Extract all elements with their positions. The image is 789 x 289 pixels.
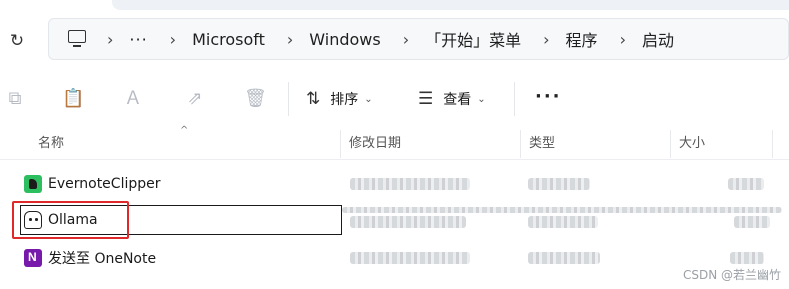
view-label: 查看 (443, 92, 472, 108)
file-row[interactable]: 发送至 OneNote (0, 241, 789, 275)
command-bar: ⧉ 📋 Ａ ⇗ 🗑 ⇅ 排序 ⌄ ☰ 查看 ⌄ ··· (0, 70, 789, 126)
file-name: 发送至 OneNote (48, 251, 157, 267)
share-icon[interactable]: ⇗ (184, 88, 206, 110)
refresh-icon[interactable]: ↻ (6, 30, 28, 52)
delete-icon[interactable]: 🗑 (244, 88, 267, 110)
file-row[interactable]: EvernoteClipper (0, 167, 789, 201)
sort-label: 排序 (330, 92, 359, 108)
breadcrumb-item-current[interactable]: 启动 (642, 27, 692, 51)
chevron-right-icon[interactable]: › (399, 30, 425, 49)
highlight-annotation-box (12, 201, 129, 239)
redacted-date (350, 252, 470, 264)
view-icon: ☰ (418, 89, 434, 109)
redacted-size (730, 252, 764, 264)
redacted-divider (342, 207, 782, 213)
navigation-bar: ↻ › ··· › Microsoft › Windows › 「开始」菜单 ›… (0, 12, 789, 66)
breadcrumb: › ··· › Microsoft › Windows › 「开始」菜单 › 程… (67, 19, 692, 59)
column-divider[interactable] (772, 130, 773, 158)
watermark: CSDN @若兰幽竹 (682, 268, 781, 282)
column-header-name[interactable]: 名称 (30, 128, 64, 160)
sort-icon: ⇅ (306, 89, 321, 109)
redacted-type (528, 252, 600, 264)
more-options-button[interactable]: ··· (535, 86, 562, 107)
evernote-icon (24, 175, 42, 193)
title-bar-strip (0, 0, 789, 12)
file-name-cell[interactable]: 发送至 OneNote (24, 241, 156, 275)
sort-ascending-icon: ^ (180, 125, 189, 136)
chevron-right-icon[interactable]: › (616, 30, 642, 49)
breadcrumb-item[interactable]: Microsoft (192, 30, 283, 49)
redacted-size (728, 178, 764, 190)
file-name: EvernoteClipper (48, 176, 161, 192)
chevron-right-icon[interactable]: › (283, 30, 309, 49)
column-header-modified[interactable]: 修改日期 (341, 128, 401, 160)
toolbar-divider (288, 82, 289, 116)
paste-icon[interactable]: 📋 (62, 88, 84, 110)
breadcrumb-item[interactable]: 程序 (566, 27, 616, 51)
column-header-size[interactable]: 大小 (671, 128, 705, 160)
toolbar-divider (514, 82, 515, 116)
chevron-down-icon: ⌄ (477, 93, 486, 105)
column-header-row: ^ 名称 修改日期 类型 大小 (0, 125, 789, 160)
redacted-date (350, 178, 470, 190)
chevron-down-icon: ⌄ (364, 93, 373, 105)
chevron-right-icon[interactable]: › (539, 30, 565, 49)
copy-icon[interactable]: ⧉ (4, 88, 26, 110)
view-button[interactable]: ☰ 查看 ⌄ (418, 84, 486, 114)
redacted-type (528, 216, 598, 228)
file-name-cell[interactable]: EvernoteClipper (24, 167, 161, 201)
breadcrumb-item[interactable]: 「开始」菜单 (425, 27, 539, 51)
chevron-right-icon[interactable]: › (166, 30, 192, 49)
breadcrumb-item[interactable]: Windows (309, 30, 398, 49)
redacted-size (734, 216, 770, 228)
chevron-right-icon[interactable]: › (103, 30, 129, 49)
column-header-type[interactable]: 类型 (521, 128, 555, 160)
sort-button[interactable]: ⇅ 排序 ⌄ (306, 84, 373, 114)
redacted-date (350, 216, 466, 228)
breadcrumb-overflow[interactable]: ··· (129, 30, 165, 49)
rename-icon[interactable]: Ａ (122, 88, 144, 110)
address-bar[interactable]: › ··· › Microsoft › Windows › 「开始」菜单 › 程… (48, 18, 789, 60)
computer-icon[interactable] (67, 30, 89, 48)
onenote-icon (24, 249, 42, 267)
tab-strip (112, 0, 789, 10)
redacted-type (528, 178, 590, 190)
